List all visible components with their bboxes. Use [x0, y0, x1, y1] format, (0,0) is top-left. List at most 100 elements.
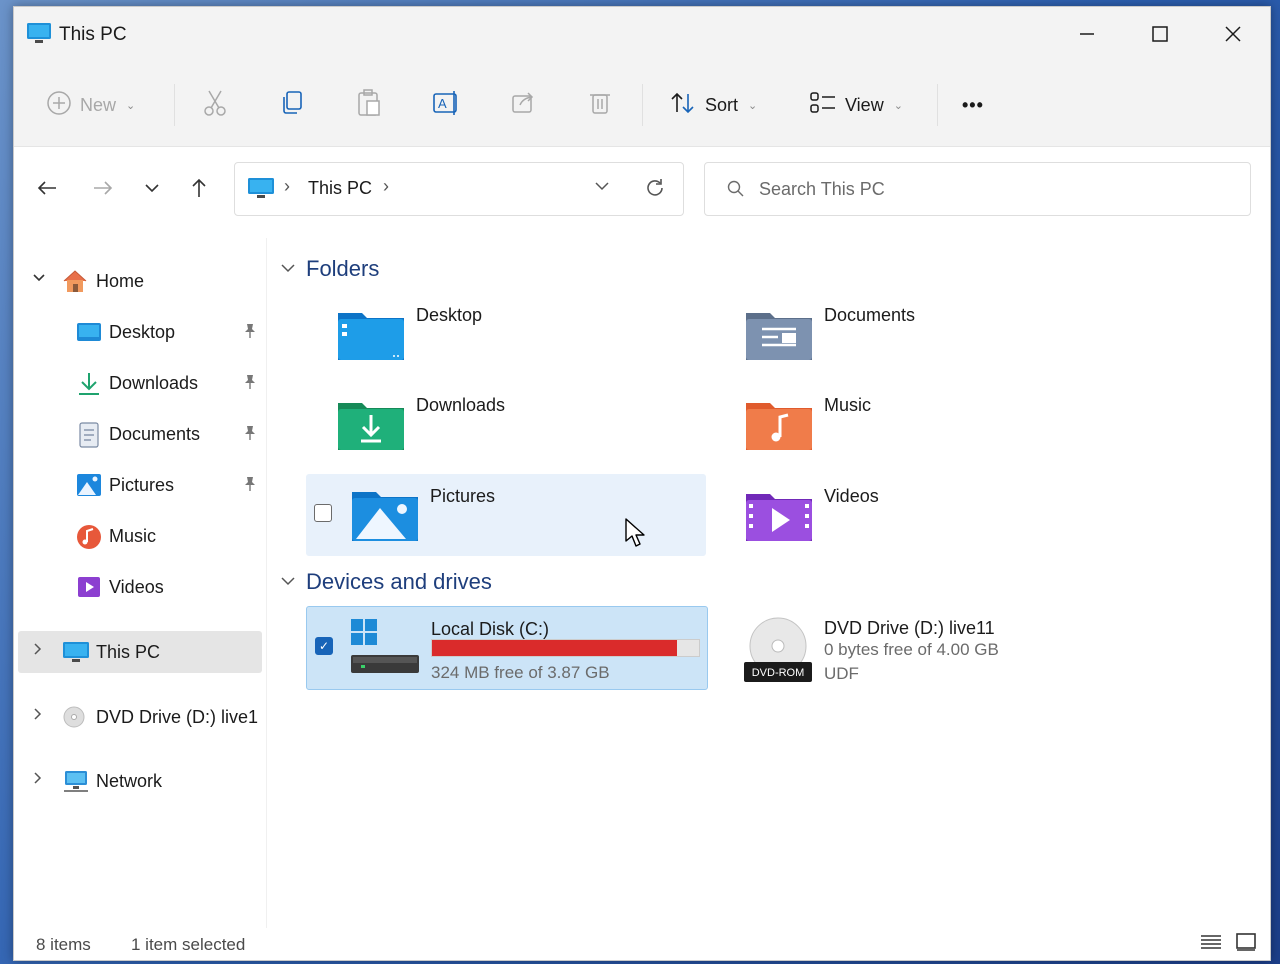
music-folder-icon	[744, 393, 814, 453]
view-button-label: View	[845, 94, 884, 115]
pin-icon[interactable]	[242, 374, 258, 393]
chevron-right-icon[interactable]	[32, 707, 44, 724]
sidebar-item-this-pc[interactable]: This PC	[18, 631, 262, 673]
sidebar-item-documents[interactable]: Documents	[18, 413, 262, 455]
chevron-right-icon[interactable]	[32, 642, 44, 659]
pin-icon[interactable]	[242, 323, 258, 342]
breadcrumb-separator[interactable]: ›	[383, 176, 389, 197]
folder-tile-pictures[interactable]: Pictures	[306, 474, 706, 556]
sidebar-item-videos[interactable]: Videos	[18, 566, 262, 608]
drive-capacity-fill	[432, 640, 678, 656]
view-icon	[809, 90, 837, 121]
downloads-icon	[76, 371, 100, 395]
folder-tile-desktop[interactable]: Desktop	[292, 293, 692, 375]
title-bar: This PC	[14, 7, 1270, 62]
arrow-left-icon	[36, 179, 58, 202]
large-icons-view-button[interactable]	[1234, 932, 1258, 955]
drive-label: Local Disk (C:)	[431, 619, 550, 639]
copy-button[interactable]	[279, 89, 305, 121]
up-button[interactable]	[184, 175, 214, 205]
search-input[interactable]	[757, 173, 1231, 205]
scissors-icon	[202, 88, 228, 123]
mouse-cursor-icon	[624, 517, 646, 554]
forward-button[interactable]	[88, 175, 118, 205]
videos-icon	[76, 575, 100, 599]
recent-locations-button[interactable]	[137, 175, 167, 205]
sidebar-item-downloads[interactable]: Downloads	[18, 362, 262, 404]
pin-icon[interactable]	[242, 476, 258, 495]
dvd-rom-icon: DVD-ROM	[744, 616, 814, 682]
breadcrumb-this-pc[interactable]: This PC	[308, 178, 372, 199]
navigation-bar: › This PC ›	[14, 147, 1270, 237]
sidebar-item-label: Desktop	[109, 322, 176, 342]
section-title: Devices and drives	[306, 569, 492, 594]
minimize-button[interactable]	[1074, 21, 1100, 47]
drive-filesystem: UDF	[824, 664, 859, 683]
more-icon: •••	[962, 94, 984, 115]
back-button[interactable]	[32, 175, 62, 205]
folder-tile-music[interactable]: Music	[700, 383, 1100, 465]
delete-button[interactable]	[587, 89, 613, 121]
chevron-down-icon	[280, 261, 296, 277]
share-button[interactable]	[510, 89, 536, 121]
folder-tile-downloads[interactable]: Downloads	[292, 383, 692, 465]
address-history-dropdown[interactable]	[593, 178, 611, 199]
sidebar-item-dvd-drive[interactable]: DVD Drive (D:) live1	[18, 696, 262, 738]
section-title: Folders	[306, 256, 380, 281]
folder-tile-documents[interactable]: Documents	[700, 293, 1100, 375]
devices-section-header[interactable]: Devices and drives	[280, 569, 492, 595]
folders-section-header[interactable]: Folders	[280, 256, 379, 282]
rename-icon: A	[432, 89, 462, 122]
sidebar-item-label: Pictures	[109, 475, 175, 495]
chevron-down-icon	[144, 181, 160, 199]
sidebar-item-label: DVD Drive (D:) live1	[96, 707, 259, 727]
sidebar-item-home[interactable]: Home	[18, 260, 262, 302]
drive-tile-local-disk-c[interactable]: ✓ Local Disk (C:) 324 MB free of 3.87 GB	[306, 606, 708, 690]
cut-button[interactable]	[202, 89, 228, 121]
details-view-button[interactable]	[1199, 933, 1223, 955]
drive-label: DVD Drive (D:) live11	[824, 618, 995, 638]
sort-button[interactable]: Sort ⌄	[669, 89, 757, 121]
maximize-button[interactable]	[1147, 21, 1173, 47]
item-checkbox[interactable]: ✓	[315, 637, 333, 655]
chevron-down-icon: ⌄	[893, 99, 903, 112]
address-bar[interactable]: › This PC ›	[234, 162, 684, 216]
sidebar-item-label: Network	[96, 771, 163, 791]
new-button[interactable]: New ⌄	[46, 89, 135, 121]
tile-label: Downloads	[416, 395, 506, 415]
pictures-icon	[76, 473, 101, 497]
tile-label: Documents	[824, 305, 916, 325]
toolbar-divider	[937, 84, 938, 126]
sidebar-item-music[interactable]: Music	[18, 515, 262, 557]
file-explorer-window: This PC New ⌄ A Sort ⌄ View ⌄ ••• › This…	[13, 6, 1271, 961]
home-icon	[62, 269, 87, 293]
sort-icon	[669, 90, 697, 121]
drive-free-space: 0 bytes free of 4.00 GB	[824, 640, 999, 659]
breadcrumb-separator[interactable]: ›	[284, 176, 290, 197]
paste-button[interactable]	[356, 88, 382, 121]
close-button[interactable]	[1220, 21, 1246, 47]
network-icon	[62, 769, 88, 793]
copy-icon	[279, 89, 305, 122]
see-more-button[interactable]: •••	[962, 89, 984, 121]
tile-label: Music	[824, 395, 872, 415]
sidebar-item-desktop[interactable]: Desktop	[18, 311, 262, 353]
search-box[interactable]	[704, 162, 1251, 216]
window-title: This PC	[59, 24, 127, 45]
drive-capacity-bar	[431, 639, 700, 657]
sidebar-item-network[interactable]: Network	[18, 760, 262, 802]
refresh-icon[interactable]	[643, 176, 667, 205]
selection-count: 1 item selected	[131, 935, 246, 954]
item-checkbox[interactable]	[314, 504, 332, 522]
chevron-right-icon[interactable]	[32, 771, 44, 788]
desktop-folder-icon	[76, 320, 101, 344]
pictures-folder-icon	[350, 484, 420, 544]
sidebar-item-pictures[interactable]: Pictures	[18, 464, 262, 506]
pin-icon[interactable]	[242, 425, 258, 444]
search-icon	[727, 180, 745, 203]
drive-tile-dvd-d[interactable]: DVD-ROM DVD Drive (D:) live11 0 bytes fr…	[700, 606, 1100, 688]
rename-button[interactable]: A	[432, 89, 462, 121]
folder-tile-videos[interactable]: Videos	[700, 474, 1100, 556]
chevron-down-icon[interactable]	[32, 271, 46, 287]
view-button[interactable]: View ⌄	[809, 89, 903, 121]
